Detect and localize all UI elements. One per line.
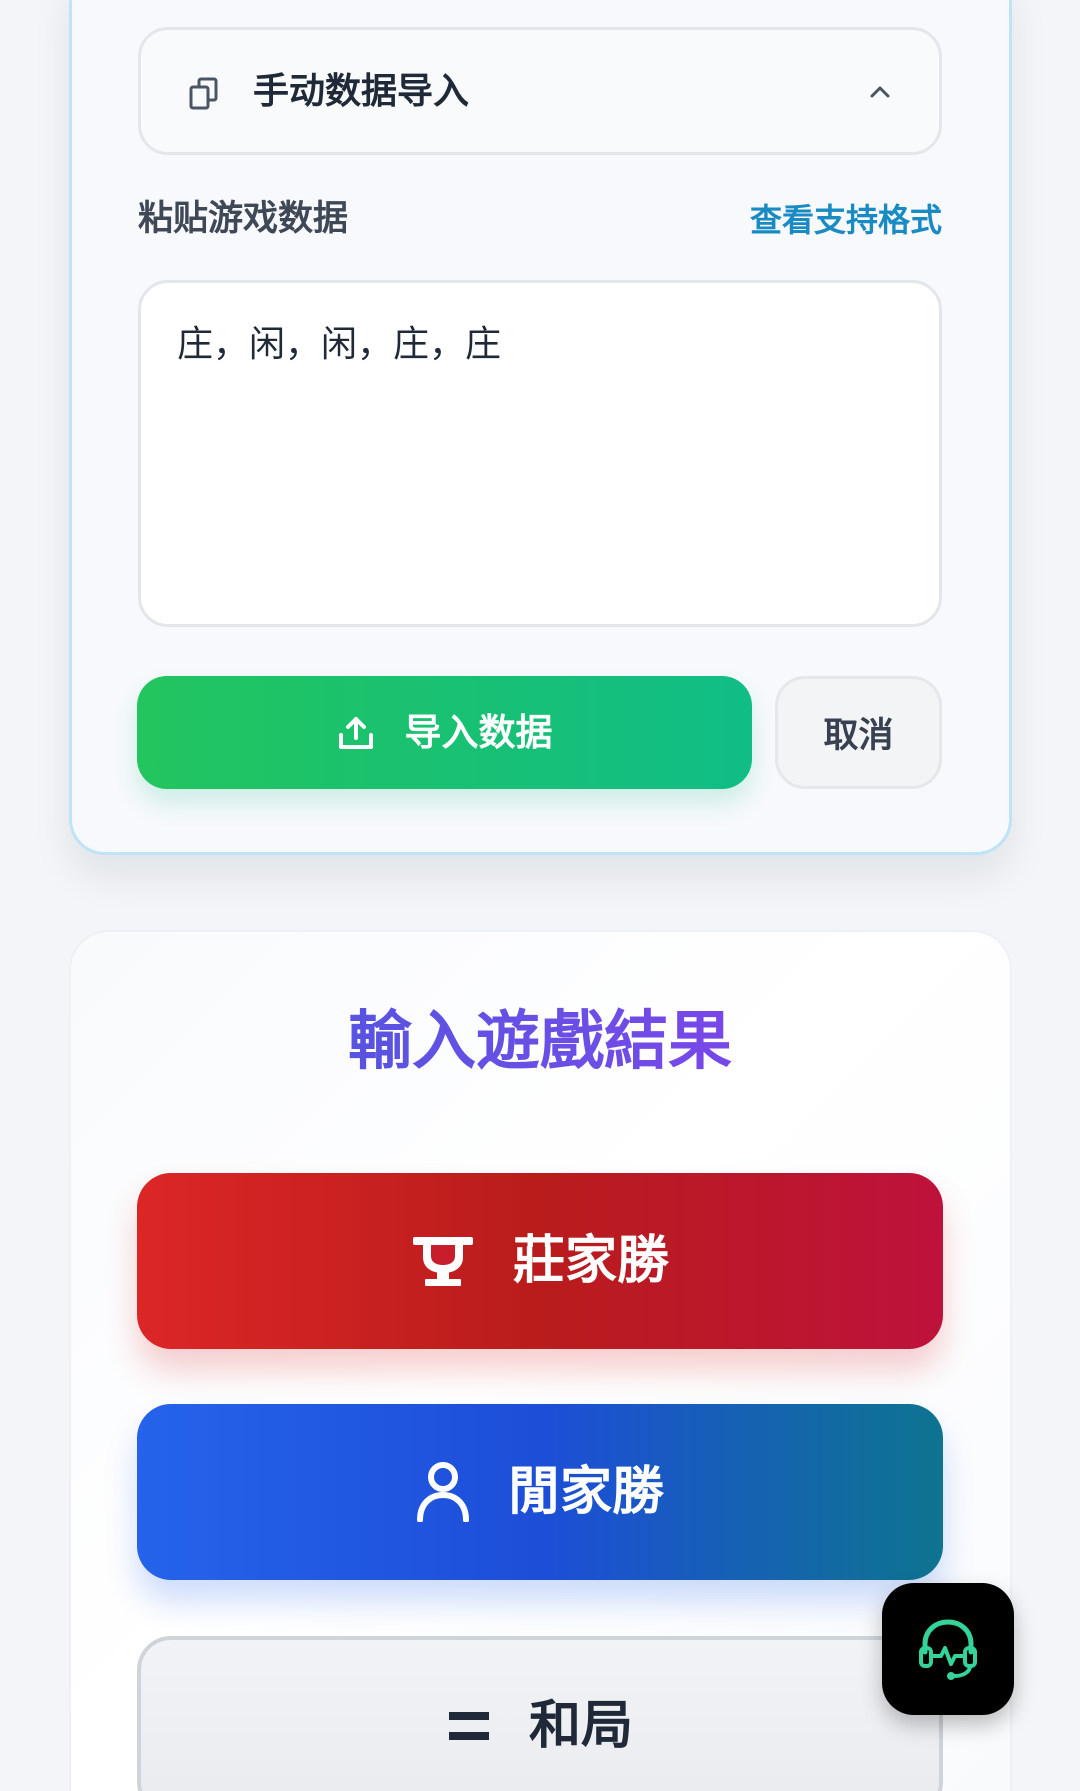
- paste-data-label: 粘贴游戏数据: [138, 199, 349, 239]
- headset-icon: [919, 1619, 977, 1680]
- upload-icon: [338, 716, 373, 749]
- chevron-up-icon[interactable]: [868, 80, 892, 104]
- player-win-label: 閒家勝: [507, 1463, 664, 1521]
- player-win-button[interactable]: 閒家勝: [137, 1404, 943, 1580]
- page: 手动数据导入 粘贴游戏数据 查看支持格式 庄，闲，闲，庄，庄 导入数据 取消 輸…: [0, 0, 1080, 1791]
- import-data-label: 导入数据: [404, 711, 553, 753]
- tie-button[interactable]: 和局: [137, 1636, 943, 1791]
- game-data-textarea[interactable]: 庄，闲，闲，庄，庄: [138, 280, 942, 627]
- banker-win-label: 莊家勝: [512, 1232, 669, 1290]
- equals-icon: [448, 1712, 489, 1740]
- user-icon: [416, 1462, 469, 1522]
- banker-win-button[interactable]: 莊家勝: [137, 1173, 943, 1349]
- tie-label: 和局: [528, 1697, 633, 1755]
- copy-icon: [189, 77, 218, 110]
- import-data-button[interactable]: 导入数据: [137, 676, 752, 789]
- view-formats-link[interactable]: 查看支持格式: [750, 198, 942, 242]
- cancel-button[interactable]: 取消: [775, 676, 942, 789]
- game-result-title: 輸入遊戲結果: [0, 1000, 1080, 1084]
- customer-support-button[interactable]: [882, 1583, 1014, 1715]
- manual-import-title: 手动数据导入: [253, 71, 470, 112]
- trophy-icon: [412, 1237, 473, 1286]
- manual-import-header[interactable]: 手动数据导入: [138, 27, 942, 155]
